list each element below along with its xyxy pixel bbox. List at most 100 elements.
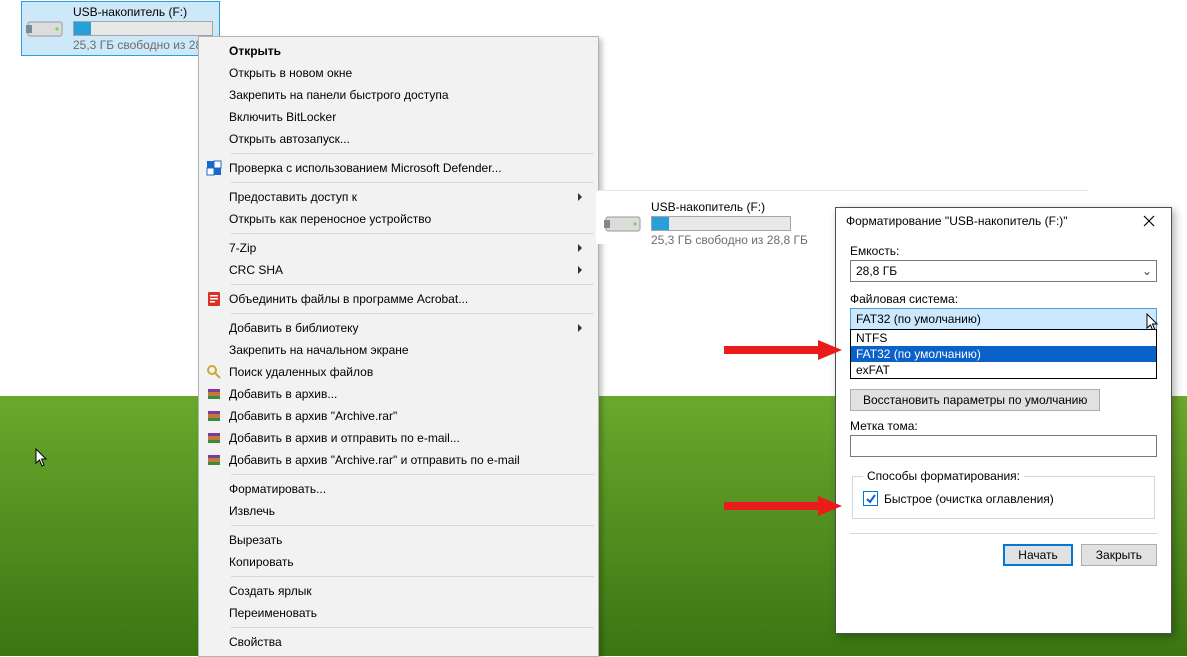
menu-item-label: Закрепить на начальном экране [227, 343, 596, 357]
menu-item-label: Форматировать... [227, 482, 596, 496]
menu-item[interactable]: Копировать [201, 551, 596, 573]
drive-tile-f-selected[interactable]: USB-накопитель (F:) 25,3 ГБ свободно из … [22, 2, 219, 55]
filesystem-dropdown: NTFSFAT32 (по умолчанию)exFAT [850, 329, 1157, 379]
close-dialog-button[interactable]: Закрыть [1081, 544, 1157, 566]
menu-item-label: Объединить файлы в программе Acrobat... [227, 292, 596, 306]
menu-item-label: Переименовать [227, 606, 596, 620]
drive-name: USB-накопитель (F:) [651, 200, 808, 214]
menu-separator [231, 284, 594, 285]
usage-bar [73, 21, 213, 36]
menu-item-label: Добавить в архив "Archive.rar" и отправи… [227, 453, 596, 467]
usb-drive-icon [25, 13, 67, 45]
filesystem-label: Файловая система: [850, 292, 1157, 306]
menu-item[interactable]: Добавить в архив "Archive.rar" и отправи… [201, 449, 596, 471]
dialog-title: Форматирование "USB-накопитель (F:)" [846, 214, 1135, 228]
menu-item-label: Свойства [227, 635, 596, 649]
menu-item-label: Открыть [227, 44, 596, 58]
menu-item-label: Добавить в архив и отправить по e-mail..… [227, 431, 596, 445]
menu-item-label: Создать ярлык [227, 584, 596, 598]
search-icon [201, 364, 227, 380]
menu-item[interactable]: Переименовать [201, 602, 596, 624]
rar-icon [201, 430, 227, 446]
menu-separator [231, 182, 594, 183]
menu-item[interactable]: Включить BitLocker [201, 106, 596, 128]
rar-icon [201, 408, 227, 424]
checkbox-icon [863, 491, 878, 506]
start-button[interactable]: Начать [1003, 544, 1073, 566]
menu-item[interactable]: Открыть автозапуск... [201, 128, 596, 150]
dialog-titlebar[interactable]: Форматирование "USB-накопитель (F:)" [836, 208, 1171, 234]
close-button[interactable] [1135, 211, 1163, 231]
menu-item[interactable]: CRC SHA [201, 259, 596, 281]
menu-item[interactable]: Вырезать [201, 529, 596, 551]
context-menu: Открыть Открыть в новом окне Закрепить на … [198, 36, 599, 657]
menu-item[interactable]: Добавить в библиотеку [201, 317, 596, 339]
menu-item-label: Проверка с использованием Microsoft Defe… [227, 161, 596, 175]
drive-name: USB-накопитель (F:) [73, 5, 213, 19]
format-dialog: Форматирование "USB-накопитель (F:)" Емк… [835, 207, 1172, 634]
drive-freespace: 25,3 ГБ свободно из 28 [73, 38, 213, 52]
filesystem-option[interactable]: NTFS [851, 330, 1156, 346]
menu-item-label: Включить BitLocker [227, 110, 596, 124]
filesystem-option[interactable]: exFAT [851, 362, 1156, 378]
mouse-cursor-icon [35, 448, 49, 471]
menu-item-label: Открыть автозапуск... [227, 132, 596, 146]
menu-item-label: Вырезать [227, 533, 596, 547]
menu-separator [231, 153, 594, 154]
menu-item[interactable]: Открыть как переносное устройство [201, 208, 596, 230]
menu-item-label: CRC SHA [227, 263, 596, 277]
volume-label-input[interactable] [850, 435, 1157, 457]
menu-item-label: Поиск удаленных файлов [227, 365, 596, 379]
quick-format-checkbox[interactable]: Быстрое (очистка оглавления) [863, 491, 1144, 506]
menu-item-label: Копировать [227, 555, 596, 569]
menu-item[interactable]: Добавить в архив "Archive.rar" [201, 405, 596, 427]
menu-item[interactable]: Добавить в архив и отправить по e-mail..… [201, 427, 596, 449]
usage-bar [651, 216, 791, 231]
shield-icon [201, 160, 227, 176]
filesystem-select[interactable]: FAT32 (по умолчанию) [850, 308, 1157, 330]
menu-item-label: Открыть как переносное устройство [227, 212, 596, 226]
rar-icon [201, 386, 227, 402]
capacity-select[interactable]: 28,8 ГБ ⌄ [850, 260, 1157, 282]
menu-item[interactable]: 7-Zip [201, 237, 596, 259]
menu-separator [231, 576, 594, 577]
menu-separator [231, 627, 594, 628]
usb-drive-icon [603, 208, 645, 240]
menu-item-label: Открыть в новом окне [227, 66, 596, 80]
menu-item[interactable]: Предоставить доступ к [201, 186, 596, 208]
filesystem-option[interactable]: FAT32 (по умолчанию) [851, 346, 1156, 362]
menu-item[interactable]: Закрепить на начальном экране [201, 339, 596, 361]
menu-item[interactable]: Форматировать... [201, 478, 596, 500]
restore-defaults-button[interactable]: Восстановить параметры по умолчанию [850, 389, 1100, 411]
menu-item[interactable]: Добавить в архив... [201, 383, 596, 405]
menu-item[interactable]: Создать ярлык [201, 580, 596, 602]
menu-item[interactable]: Проверка с использованием Microsoft Defe… [201, 157, 596, 179]
menu-separator [231, 313, 594, 314]
menu-separator [231, 233, 594, 234]
annotation-arrow-icon [722, 496, 842, 516]
quick-format-label: Быстрое (очистка оглавления) [884, 492, 1054, 506]
menu-item-label: Добавить в архив "Archive.rar" [227, 409, 596, 423]
menu-item[interactable]: Свойства [201, 631, 596, 653]
menu-item[interactable]: Объединить файлы в программе Acrobat... [201, 288, 596, 310]
menu-item[interactable]: Открыть в новом окне [201, 62, 596, 84]
menu-item[interactable]: Извлечь [201, 500, 596, 522]
filesystem-value: FAT32 (по умолчанию) [851, 312, 1138, 326]
menu-item[interactable]: Открыть [201, 40, 596, 62]
annotation-arrow-icon [722, 340, 842, 360]
menu-item-label: Добавить в библиотеку [227, 321, 596, 335]
pdf-icon [201, 291, 227, 307]
separator [850, 533, 1157, 534]
menu-item[interactable]: Поиск удаленных файлов [201, 361, 596, 383]
drive-freespace: 25,3 ГБ свободно из 28,8 ГБ [651, 233, 808, 247]
menu-separator [231, 474, 594, 475]
menu-item-label: Извлечь [227, 504, 596, 518]
menu-item-label: Закрепить на панели быстрого доступа [227, 88, 596, 102]
chevron-down-icon: ⌄ [1138, 264, 1156, 278]
format-methods-label: Способы форматирования: [863, 469, 1024, 483]
menu-separator [231, 525, 594, 526]
menu-item[interactable]: Закрепить на панели быстрого доступа [201, 84, 596, 106]
capacity-value: 28,8 ГБ [851, 264, 1138, 278]
rar-icon [201, 452, 227, 468]
menu-item-label: Добавить в архив... [227, 387, 596, 401]
